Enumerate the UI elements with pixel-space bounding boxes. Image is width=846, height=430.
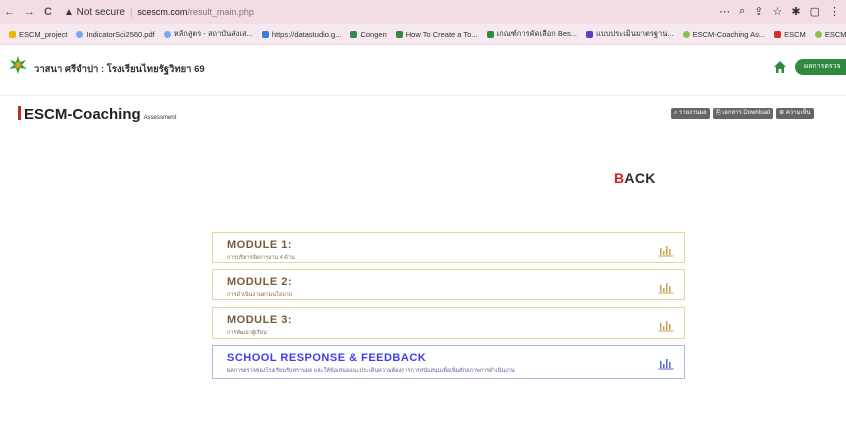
forward-arrow-icon[interactable]: → (24, 6, 35, 18)
menu-icon[interactable]: ⋮ (829, 5, 840, 18)
security-warning[interactable]: ▲ Not secure (64, 7, 125, 18)
bookmark-item[interactable]: https://datastudio.g... (261, 29, 342, 39)
module-card[interactable]: MODULE 3: การพัฒนาผู้เรียน (212, 307, 685, 339)
page-title-text: ESCM-Coaching (24, 106, 141, 123)
bookmark-label: ESCM_project (19, 29, 68, 39)
bookmark-icon (774, 30, 782, 38)
page-subtitle: Assessment (143, 115, 177, 121)
bookmark-item[interactable]: หลักสูตร - สถาบันส่งเส... (163, 28, 253, 40)
module-subtitle: การบริหารจัดการงาน 4 ด้าน (227, 255, 295, 261)
comment-button[interactable]: ⊕ ความเห็น (776, 108, 814, 119)
module-subtitle: การดำเนินงานตามนโยบาย (227, 292, 292, 298)
bookmark-label: ESCM (784, 29, 806, 39)
translate-icon[interactable]: ⋯ (719, 5, 730, 18)
share-icon[interactable]: ⇪ (754, 5, 763, 18)
bookmark-item[interactable]: ESCM_project (9, 30, 67, 39)
school-logo-icon (9, 56, 27, 74)
bookmark-item[interactable]: เกณฑ์การคัดเลือก Bes... (486, 28, 578, 40)
bookmark-item[interactable]: ESCM (774, 30, 806, 39)
bookmark-icon (395, 30, 403, 38)
tool-buttons: ⌕ รายงานผล 🖹 เอกสาร Download ⊕ ความเห็น (671, 108, 814, 119)
bar-chart-icon[interactable] (658, 280, 674, 294)
bookmark-icon (261, 30, 269, 38)
reload-icon[interactable]: C (44, 6, 52, 18)
school-name-label: วาสนา ศรีจำปา : โรงเรียนไทยรัฐวิทยา 69 (34, 64, 205, 75)
bar-chart-icon[interactable] (658, 356, 674, 370)
bookmark-label: แบบประเมินมาตรฐาน... (596, 29, 674, 38)
bookmark-label: How To Create a To... (405, 29, 478, 39)
module-title: MODULE 1: (227, 239, 292, 251)
bookmark-label: Congen (360, 29, 387, 39)
download-button[interactable]: 🖹 เอกสาร Download (712, 108, 774, 119)
url-host: scescm.com (137, 7, 188, 17)
bar-chart-icon[interactable] (658, 243, 674, 257)
address-bar[interactable]: ▲ Not secure | scescm.com/result_main.ph… (64, 7, 254, 18)
bookmark-item[interactable]: Congen (350, 29, 387, 39)
back-link[interactable]: BACK (614, 170, 656, 186)
bookmark-item[interactable]: ESCM-Coaching As... (814, 29, 846, 39)
bar-chart-icon[interactable] (658, 318, 674, 332)
report-button[interactable]: ⌕ รายงานผล (671, 108, 710, 119)
star-icon[interactable]: ☆ (773, 5, 783, 18)
bookmark-icon (486, 30, 494, 38)
toolbar-right-icons: ⋯ ⌕ ⇪ ☆ ✱ ▢ ⋮ (719, 5, 840, 18)
back-link-rest: ACK (624, 170, 656, 186)
bookmark-label: IndicatorSci2560.pdf (86, 29, 155, 39)
bookmark-item[interactable]: IndicatorSci2560.pdf (76, 29, 155, 39)
back-arrow-icon[interactable]: ← (4, 6, 15, 18)
bookmark-label: ESCM-Coaching As... (692, 29, 766, 39)
module-title: MODULE 2: (227, 276, 292, 288)
home-icon[interactable] (773, 60, 787, 74)
module-card[interactable]: MODULE 2: การดำเนินงานตามนโยบาย (212, 269, 685, 300)
result-button[interactable]: ผลการตรวจ (795, 59, 846, 75)
url-path: /result_main.php (187, 7, 254, 17)
bookmarks-bar: ESCM_project IndicatorSci2560.pdf หลักสู… (0, 24, 846, 45)
browser-toolbar: ← → C ▲ Not secure | scescm.com/result_m… (0, 0, 846, 24)
window-icon[interactable]: ▢ (810, 5, 820, 18)
module-card[interactable]: MODULE 1: การบริหารจัดการงาน 4 ด้าน (212, 232, 685, 263)
site-header: วาสนา ศรีจำปา : โรงเรียนไทยรัฐวิทยา 69 ผ… (0, 45, 846, 96)
bookmark-label: หลักสูตร - สถาบันส่งเส... (173, 29, 253, 38)
module-subtitle: การพัฒนาผู้เรียน (227, 330, 267, 336)
extensions-icon[interactable]: ✱ (791, 5, 800, 18)
bookmark-icon (76, 30, 84, 38)
bookmark-label: ESCM-Coaching As... (824, 29, 846, 39)
bookmark-label: https://datastudio.g... (271, 29, 342, 39)
feedback-card[interactable]: SCHOOL RESPONSE & FEEDBACK ผลการตรวจของโ… (212, 345, 685, 379)
address-divider: | (129, 7, 133, 17)
module-title: MODULE 3: (227, 314, 292, 326)
page-title: ESCM-Coaching Assessment (18, 106, 176, 123)
bookmark-icon (350, 30, 358, 38)
title-accent-bar (18, 106, 21, 120)
bookmark-icon (682, 30, 690, 38)
bookmark-icon (163, 30, 171, 38)
search-icon[interactable]: ⌕ (739, 5, 745, 18)
nav-buttons: ← → C (0, 6, 52, 18)
bookmark-item[interactable]: แบบประเมินมาตรฐาน... (586, 28, 674, 40)
bookmark-label: เกณฑ์การคัดเลือก Bes... (496, 29, 578, 38)
feedback-title: SCHOOL RESPONSE & FEEDBACK (227, 352, 427, 364)
bookmark-item[interactable]: How To Create a To... (395, 29, 478, 39)
bookmark-item[interactable]: ESCM-Coaching As... (682, 29, 766, 39)
bookmark-icon (814, 30, 822, 38)
back-link-initial: B (614, 170, 625, 186)
bookmark-icon (9, 30, 16, 38)
bookmark-icon (586, 30, 594, 38)
feedback-subtitle: ผลการตรวจของโรงเรียนรับทราบผล และให้ข้อเ… (227, 368, 515, 374)
